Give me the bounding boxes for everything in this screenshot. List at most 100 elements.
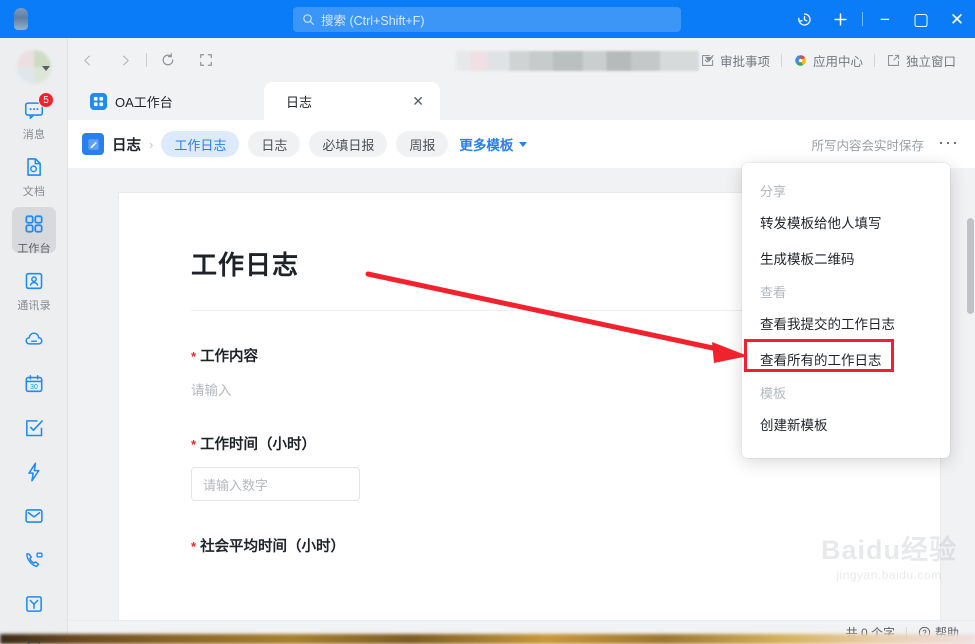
sidebar-label-workbench: 工作台 <box>17 243 51 255</box>
history-button[interactable] <box>786 0 822 38</box>
menu-item-forward-template[interactable]: 转发模板给他人填写 <box>742 204 950 240</box>
global-search-input[interactable]: 搜索 (Ctrl+Shift+F) <box>293 7 681 32</box>
field-avg-hours: * 社会平均时间（小时） <box>191 535 868 556</box>
sidebar-item-contacts[interactable]: 通讯录 <box>0 261 67 318</box>
approval-items-label: 审批事项 <box>719 54 770 69</box>
call-icon <box>26 552 43 568</box>
page-title: 日志 <box>112 137 141 154</box>
browser-nav-bar: 审批事项 应用中心 独立窗口 <box>68 38 975 82</box>
sidebar-item-calendar[interactable]: 30 <box>0 362 67 406</box>
scrollbar-thumb[interactable] <box>967 218 974 314</box>
sidebar-label-documents: 文档 <box>22 186 46 198</box>
detach-window-label: 独立窗口 <box>905 54 956 69</box>
app-center-label: 应用中心 <box>812 54 863 69</box>
sidebar-item-approval[interactable] <box>0 406 67 450</box>
tab-label-oa-workbench: OA工作台 <box>115 94 173 110</box>
chevron-down-icon <box>42 66 50 71</box>
back-button[interactable] <box>68 38 106 82</box>
autosave-status: 所写内容会实时保存 <box>811 138 925 153</box>
required-asterisk: * <box>191 437 197 452</box>
template-pill-label: 周报 <box>409 137 436 153</box>
sidebar-item-mail[interactable] <box>0 494 67 538</box>
maximize-button[interactable]: ▢ <box>903 0 939 38</box>
tab-label-log: 日志 <box>286 94 313 110</box>
more-options-button[interactable]: ··· <box>932 131 965 157</box>
forward-button[interactable] <box>106 38 144 82</box>
options-dropdown-menu: 分享 转发模板给他人填写 生成模板二维码 查看 查看我提交的工作日志 查看所有的… <box>742 163 950 458</box>
document-header: 日志 › 工作日志 日志 必填日报 周报 更多模板 所写内容会实时保存 ··· <box>68 120 975 168</box>
scissors-icon <box>26 596 42 612</box>
tab-log[interactable]: 日志 ✕ <box>264 82 440 120</box>
window-controls: − ▢ ✕ <box>786 0 975 38</box>
title-bar: 搜索 (Ctrl+Shift+F) − ▢ ✕ <box>0 0 975 38</box>
menu-group-share: 分享 <box>760 184 787 199</box>
menu-item-view-all-logs[interactable]: 查看所有的工作日志 <box>742 341 950 377</box>
work-hours-placeholder: 请输入数字 <box>203 477 269 493</box>
app-center-button[interactable]: 应用中心 <box>782 51 874 70</box>
sidebar-item-cloud[interactable] <box>0 318 67 362</box>
nav-tools: 审批事项 应用中心 独立窗口 <box>689 38 967 82</box>
contacts-icon <box>21 268 47 294</box>
menu-group-view: 查看 <box>760 285 787 300</box>
breadcrumb-separator: › <box>149 136 154 152</box>
minimize-button[interactable]: − <box>867 0 903 38</box>
field-label-avg-hours: * 社会平均时间（小时） <box>191 539 346 555</box>
required-asterisk: * <box>191 539 197 554</box>
left-sidebar: 5 消息 文档 工作台 通讯录 30 <box>0 38 68 644</box>
tab-oa-workbench[interactable]: OA工作台 <box>76 82 187 120</box>
template-pill-log[interactable]: 日志 <box>248 131 301 157</box>
new-tab-button[interactable] <box>822 0 858 38</box>
refresh-button[interactable] <box>149 38 187 82</box>
work-hours-input[interactable]: 请输入数字 <box>191 467 360 501</box>
workbench-icon <box>21 211 47 237</box>
tab-close-icon[interactable]: ✕ <box>412 94 424 108</box>
sidebar-item-clip[interactable] <box>0 582 67 626</box>
detach-window-button[interactable]: 独立窗口 <box>875 51 967 70</box>
vertical-scrollbar[interactable] <box>966 216 975 620</box>
template-pill-weekly[interactable]: 周报 <box>396 131 449 157</box>
approval-items-button[interactable]: 审批事项 <box>689 51 781 70</box>
menu-group-template: 模板 <box>760 386 787 401</box>
sidebar-item-automation[interactable] <box>0 450 67 494</box>
oa-grid-icon <box>90 92 107 110</box>
sidebar-item-workbench[interactable]: 工作台 <box>0 204 67 261</box>
menu-item-generate-qr[interactable]: 生成模板二维码 <box>742 240 950 276</box>
fullscreen-button[interactable] <box>187 38 225 82</box>
cloud-icon <box>25 332 43 345</box>
fullscreen-icon <box>200 54 212 66</box>
app-center-icon <box>794 54 807 66</box>
calendar-icon: 30 <box>25 374 43 393</box>
menu-item-create-template[interactable]: 创建新模板 <box>742 406 950 442</box>
maximize-icon: ▢ <box>912 9 930 29</box>
sidebar-item-messages[interactable]: 5 消息 <box>0 90 67 147</box>
address-bar[interactable] <box>456 51 699 71</box>
more-templates-label: 更多模板 <box>459 138 514 153</box>
tab-strip: OA工作台 日志 ✕ <box>68 82 975 120</box>
lightning-icon <box>28 462 40 482</box>
more-templates-button[interactable]: 更多模板 <box>459 134 528 154</box>
template-pill-required-daily[interactable]: 必填日报 <box>309 131 388 157</box>
template-pill-label: 日志 <box>261 137 288 153</box>
template-pill-label: 工作日志 <box>174 137 227 153</box>
close-button[interactable]: ✕ <box>939 0 975 38</box>
message-badge: 5 <box>38 92 54 108</box>
template-pill-work-log[interactable]: 工作日志 <box>161 131 240 157</box>
detach-window-icon <box>888 54 900 66</box>
minimize-icon: − <box>880 9 890 29</box>
svg-text:30: 30 <box>30 384 38 391</box>
chevron-right-icon <box>122 55 129 65</box>
search-placeholder: 搜索 (Ctrl+Shift+F) <box>321 14 425 28</box>
nav-divider <box>146 53 147 67</box>
sidebar-item-call[interactable] <box>0 538 67 582</box>
required-asterisk: * <box>191 349 197 364</box>
history-icon <box>797 12 811 26</box>
approval-icon <box>701 54 714 66</box>
refresh-icon <box>162 53 174 66</box>
menu-item-view-my-logs[interactable]: 查看我提交的工作日志 <box>742 305 950 341</box>
avatar-area[interactable] <box>0 44 67 90</box>
sidebar-item-documents[interactable]: 文档 <box>0 147 67 204</box>
sidebar-label-contacts: 通讯录 <box>17 300 51 312</box>
window-controls-divider <box>862 12 863 26</box>
mail-icon <box>25 509 43 523</box>
chevron-left-icon <box>83 55 90 65</box>
